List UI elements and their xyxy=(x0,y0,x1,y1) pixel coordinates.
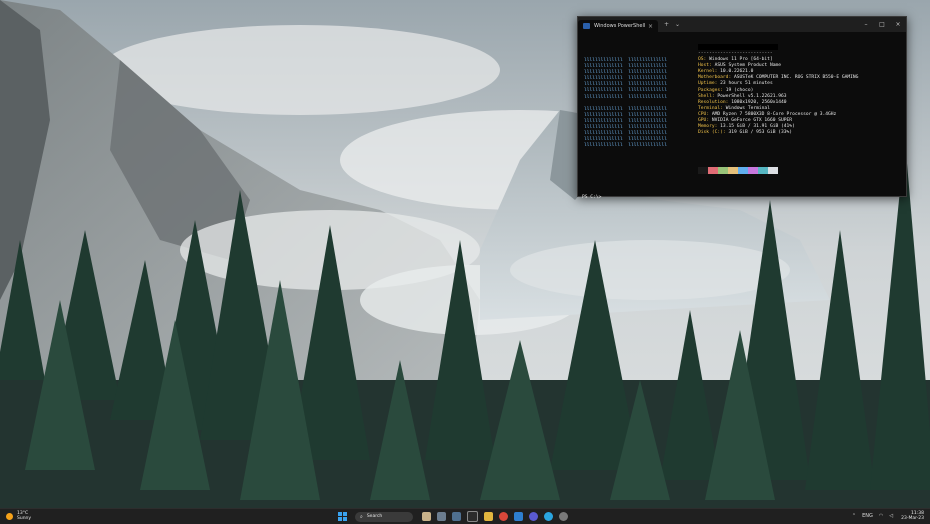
terminal-window[interactable]: Windows PowerShell × + ⌄ – □ × lllllllll… xyxy=(577,16,907,200)
shell-prompt[interactable]: PS C:\> xyxy=(582,195,601,201)
sun-icon xyxy=(6,512,13,520)
taskbar-apps: ⌕ Search xyxy=(338,511,571,522)
color-swatch xyxy=(718,167,728,174)
terminal-titlebar[interactable]: Windows PowerShell × + ⌄ – □ × xyxy=(578,17,906,32)
maximize-button[interactable]: □ xyxy=(874,21,890,28)
color-swatch xyxy=(768,167,778,174)
tray-lang[interactable]: ENG xyxy=(862,513,873,519)
color-swatch xyxy=(698,167,708,174)
vscode-icon[interactable] xyxy=(514,512,523,521)
color-swatch xyxy=(728,167,738,174)
info-value: 23 hours 51 minutes xyxy=(720,81,773,87)
color-swatch xyxy=(748,167,758,174)
color-palette xyxy=(698,167,778,174)
tab-close-button[interactable]: × xyxy=(648,23,653,30)
windows-logo-art: llllllllllllll llllllllllllll lllllllllll… xyxy=(584,58,692,149)
system-info: --------------------------- OS: Windows … xyxy=(698,44,903,136)
clock[interactable]: 11:38 23-Mar-23 xyxy=(901,511,924,521)
info-value: NVIDIA GeForce GTX 1660 SUPER xyxy=(711,118,793,124)
file-explorer-icon[interactable] xyxy=(484,512,493,521)
chrome-icon[interactable] xyxy=(499,512,508,521)
tab-dropdown-button[interactable]: ⌄ xyxy=(675,21,680,28)
store-icon[interactable] xyxy=(452,512,461,521)
info-value: ASUSTeK COMPUTER INC. ROG STRIX B550-E G… xyxy=(733,75,859,81)
chevron-up-icon[interactable]: ⌃ xyxy=(852,513,856,519)
close-button[interactable]: × xyxy=(890,21,906,28)
search-icon: ⌕ xyxy=(360,513,363,520)
volume-icon[interactable]: ◁ xyxy=(889,513,893,519)
info-key: Uptime xyxy=(698,81,715,87)
powershell-icon xyxy=(583,23,590,29)
info-value: PowerShell v5.1.22621.963 xyxy=(717,93,787,99)
info-key: Terminal xyxy=(698,105,721,111)
color-swatch xyxy=(738,167,748,174)
taskbar: 13°C Sunny ⌕ Search ⌃ ENG ◠ ◁ 11:38 23-M… xyxy=(0,508,930,524)
task-view-icon[interactable] xyxy=(437,512,446,521)
weather-widget[interactable]: 13°C Sunny xyxy=(6,511,31,521)
redacted-username xyxy=(698,44,778,50)
info-value: Windows 11 Pro [64-bit] xyxy=(709,57,773,63)
search-box[interactable]: ⌕ Search xyxy=(355,511,413,522)
tab-title: Windows PowerShell xyxy=(594,23,646,29)
start-button[interactable] xyxy=(338,512,347,521)
color-swatch xyxy=(758,167,768,174)
info-value: AMD Ryzen 7 5800X3D 8-Core Processor @ 3… xyxy=(711,111,837,117)
info-value: Windows Terminal xyxy=(725,105,770,111)
new-tab-button[interactable]: + xyxy=(664,21,669,28)
logo-line: llllllllllllll llllllllllllll xyxy=(584,143,667,149)
info-key: Shell xyxy=(698,93,712,99)
info-value: 10.0.22621.0 xyxy=(720,69,754,75)
system-tray: ⌃ ENG ◠ ◁ 11:38 23-Mar-23 xyxy=(849,511,924,521)
app-icon[interactable] xyxy=(529,512,538,521)
tab-windows-powershell[interactable]: Windows PowerShell × xyxy=(578,20,658,32)
wifi-icon[interactable]: ◠ xyxy=(879,513,883,519)
info-key: Memory xyxy=(698,124,715,130)
info-key: Disk (C:) xyxy=(698,130,723,136)
info-value: 19 (choco) xyxy=(725,87,754,93)
info-row: Disk (C:): 319 GiB / 953 GiB (33%) xyxy=(698,130,793,136)
search-label: Search xyxy=(366,514,383,519)
settings-icon[interactable] xyxy=(559,512,568,521)
info-key: Motherboard xyxy=(698,75,729,81)
info-value: ASUS System Product Name xyxy=(714,63,782,69)
skype-icon[interactable] xyxy=(544,512,553,521)
weather-desc: Sunny xyxy=(17,516,32,521)
info-key: Packages xyxy=(698,87,721,93)
info-value: 13.15 GiB / 31.91 GiB (41%) xyxy=(720,124,795,130)
color-swatch xyxy=(708,167,718,174)
info-key: Kernel xyxy=(698,69,715,75)
info-key: Resolution xyxy=(698,99,726,105)
info-value: 319 GiB / 953 GiB (33%) xyxy=(728,130,793,136)
clock-date: 23-Mar-23 xyxy=(901,516,924,521)
minimize-button[interactable]: – xyxy=(858,21,874,28)
widget-icon[interactable] xyxy=(422,512,431,521)
info-key: Host xyxy=(698,63,710,69)
terminal-icon[interactable] xyxy=(467,511,478,522)
info-value: 1080x1920, 2560x1440 xyxy=(731,99,787,105)
terminal-content[interactable]: llllllllllllll llllllllllllll lllllllllll… xyxy=(578,32,906,200)
